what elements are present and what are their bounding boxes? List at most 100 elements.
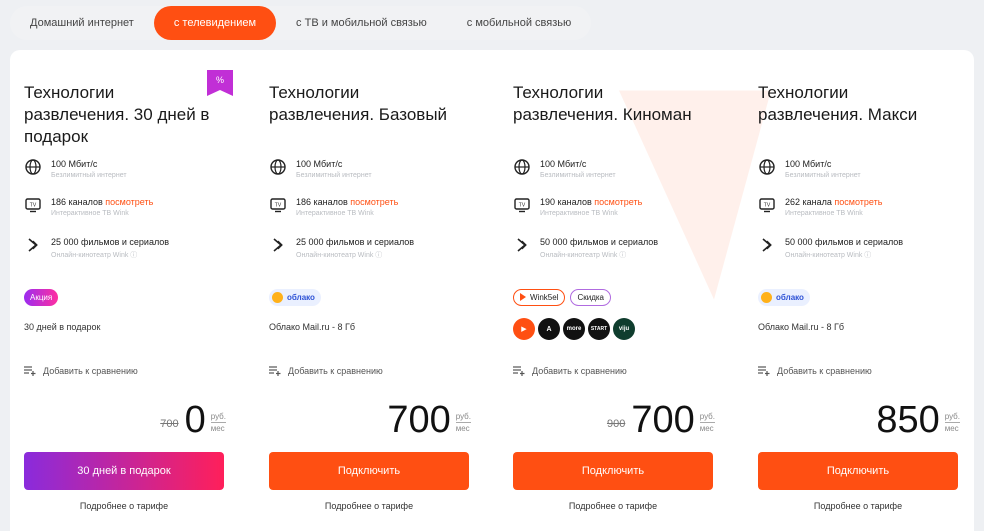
add-to-compare-button[interactable]: Добавить к сравнению [269, 366, 383, 376]
info-icon[interactable]: ⓘ [864, 252, 871, 259]
tariffs-page: Домашний интернет с телевидением с ТВ и … [0, 0, 984, 531]
tariff-details-link[interactable]: Подробнее о тарифе [269, 501, 469, 511]
channels-value: 262 канала посмотреть [785, 197, 882, 207]
price-value: 700 [387, 399, 451, 441]
tariff-category-tabs: Домашний интернет с телевидением с ТВ и … [10, 6, 592, 40]
tariff-details-link[interactable]: Подробнее о тарифе [513, 501, 713, 511]
movies-caption: Онлайн-кинотеатр Wink ⓘ [785, 250, 871, 260]
price-block: 700 руб. мес [387, 400, 471, 440]
svg-text:TV: TV [30, 203, 37, 209]
feature-speed: 100 Мбит/с Безлимитный интернет [269, 158, 479, 188]
tab-tv-and-mobile[interactable]: с ТВ и мобильной связью [276, 6, 447, 40]
channels-value: 186 каналов посмотреть [51, 197, 153, 207]
info-icon[interactable]: ⓘ [619, 252, 626, 259]
channels-view-link[interactable]: посмотреть [105, 197, 153, 207]
cloud-badge: облако [758, 288, 810, 306]
speed-value: 100 Мбит/с [296, 159, 343, 169]
tariff-title: Технологии развлечения. Базовый [269, 83, 448, 124]
info-icon[interactable]: ⓘ [375, 252, 382, 259]
start-service-icon: START [588, 318, 610, 340]
movies-value: 50 000 фильмов и сериалов [785, 237, 904, 247]
movies-caption: Онлайн-кинотеатр Wink ⓘ [540, 250, 626, 260]
cloud-logo-icon [272, 291, 283, 303]
channels-view-link[interactable]: посмотреть [594, 197, 642, 207]
cloud-badge-label: облако [776, 292, 804, 302]
channels-view-link[interactable]: посмотреть [350, 197, 398, 207]
tv-icon: TV [514, 198, 530, 213]
feature-movies: 25 000 фильмов и сериалов Онлайн-кинотеа… [24, 236, 234, 266]
play-icon [520, 293, 526, 301]
info-icon[interactable]: ⓘ [130, 252, 137, 259]
compare-list-icon [269, 366, 281, 376]
connect-button[interactable]: Подключить [758, 452, 958, 490]
channels-caption: Интерактивное ТВ Wink [51, 210, 129, 217]
globe-icon [25, 159, 41, 175]
tab-with-tv[interactable]: с телевидением [153, 6, 277, 40]
old-price: 900 [606, 418, 626, 430]
movies-caption-text: Онлайн-кинотеатр Wink [540, 252, 618, 259]
channels-caption: Интерактивное ТВ Wink [785, 210, 863, 217]
price-value: 0 [184, 399, 206, 441]
promo-badge: Акция [24, 288, 59, 306]
wink-badge-label: Wink5el [530, 292, 559, 302]
discount-badge: Скидка [570, 288, 611, 306]
connect-button[interactable]: Подключить [269, 452, 469, 490]
speed-caption: Безлимитный интернет [296, 172, 372, 179]
cloud-logo-icon [761, 291, 772, 303]
price-unit-currency: руб. [944, 412, 960, 423]
chevron-play-icon [517, 238, 527, 252]
channels-caption: Интерактивное ТВ Wink [540, 210, 618, 217]
movies-caption-text: Онлайн-кинотеатр Wink [296, 252, 374, 259]
tariff-cards-panel: Технологии развлечения. 30 дней в подаро… [10, 50, 974, 531]
tariff-details-link[interactable]: Подробнее о тарифе [24, 501, 224, 511]
price-block: 850 руб. мес [876, 400, 960, 440]
price-block: 700 0 руб. мес [160, 400, 226, 440]
add-to-compare-button[interactable]: Добавить к сравнению [24, 366, 138, 376]
speed-caption: Безлимитный интернет [51, 172, 127, 179]
price-unit-period: мес [944, 424, 959, 433]
chevron-play-icon [273, 238, 283, 252]
tab-home-internet[interactable]: Домашний интернет [10, 6, 154, 40]
badge-row: Wink5el Скидка [513, 288, 611, 306]
svg-text:TV: TV [764, 203, 771, 209]
add-to-compare-button[interactable]: Добавить к сравнению [758, 366, 872, 376]
speed-value: 100 Мбит/с [785, 159, 832, 169]
channels-value: 190 каналов посмотреть [540, 197, 642, 207]
feature-movies: 50 000 фильмов и сериалов Онлайн-кинотеа… [513, 236, 723, 266]
price-unit-currency: руб. [699, 412, 715, 423]
tariff-title: Технологии развлечения. Киноман [513, 83, 692, 124]
badge-row: облако [758, 288, 810, 306]
badge-row: облако [269, 288, 321, 306]
compare-label: Добавить к сравнению [43, 366, 138, 376]
compare-list-icon [513, 366, 525, 376]
feature-channels: TV 186 каналов посмотреть Интерактивное … [269, 196, 479, 226]
globe-icon [759, 159, 775, 175]
tariff-details-link[interactable]: Подробнее о тарифе [758, 501, 958, 511]
channels-count: 262 канала [785, 197, 832, 207]
feature-channels: TV 190 каналов посмотреть Интерактивное … [513, 196, 723, 226]
price-unit-currency: руб. [210, 412, 226, 423]
channels-view-link[interactable]: посмотреть [834, 197, 882, 207]
speed-value: 100 Мбит/с [540, 159, 587, 169]
price-unit-period: мес [455, 424, 470, 433]
discount-tag-icon: % [207, 70, 233, 96]
chevron-play-icon [28, 238, 38, 252]
price-block: 900 700 руб. мес [607, 400, 715, 440]
globe-icon [514, 159, 530, 175]
connect-button[interactable]: Подключить [513, 452, 713, 490]
speed-caption: Безлимитный интернет [540, 172, 616, 179]
tariff-card-30-days: Технологии развлечения. 30 дней в подаро… [24, 50, 233, 531]
feature-channels: TV 186 каналов посмотреть Интерактивное … [24, 196, 234, 226]
compare-list-icon [24, 366, 36, 376]
globe-icon [270, 159, 286, 175]
cloud-storage-line: Облако Mail.ru - 8 Гб [269, 322, 356, 332]
tab-with-mobile[interactable]: с мобильной связью [447, 6, 591, 40]
amediateka-service-icon: A [538, 318, 560, 340]
add-to-compare-button[interactable]: Добавить к сравнению [513, 366, 627, 376]
channels-count: 186 каналов [51, 197, 103, 207]
speed-value: 100 Мбит/с [51, 159, 98, 169]
movies-caption: Онлайн-кинотеатр Wink ⓘ [51, 250, 137, 260]
gift-30-days-button[interactable]: 30 дней в подарок [24, 452, 224, 490]
cloud-storage-line: Облако Mail.ru - 8 Гб [758, 322, 845, 332]
compare-label: Добавить к сравнению [777, 366, 872, 376]
